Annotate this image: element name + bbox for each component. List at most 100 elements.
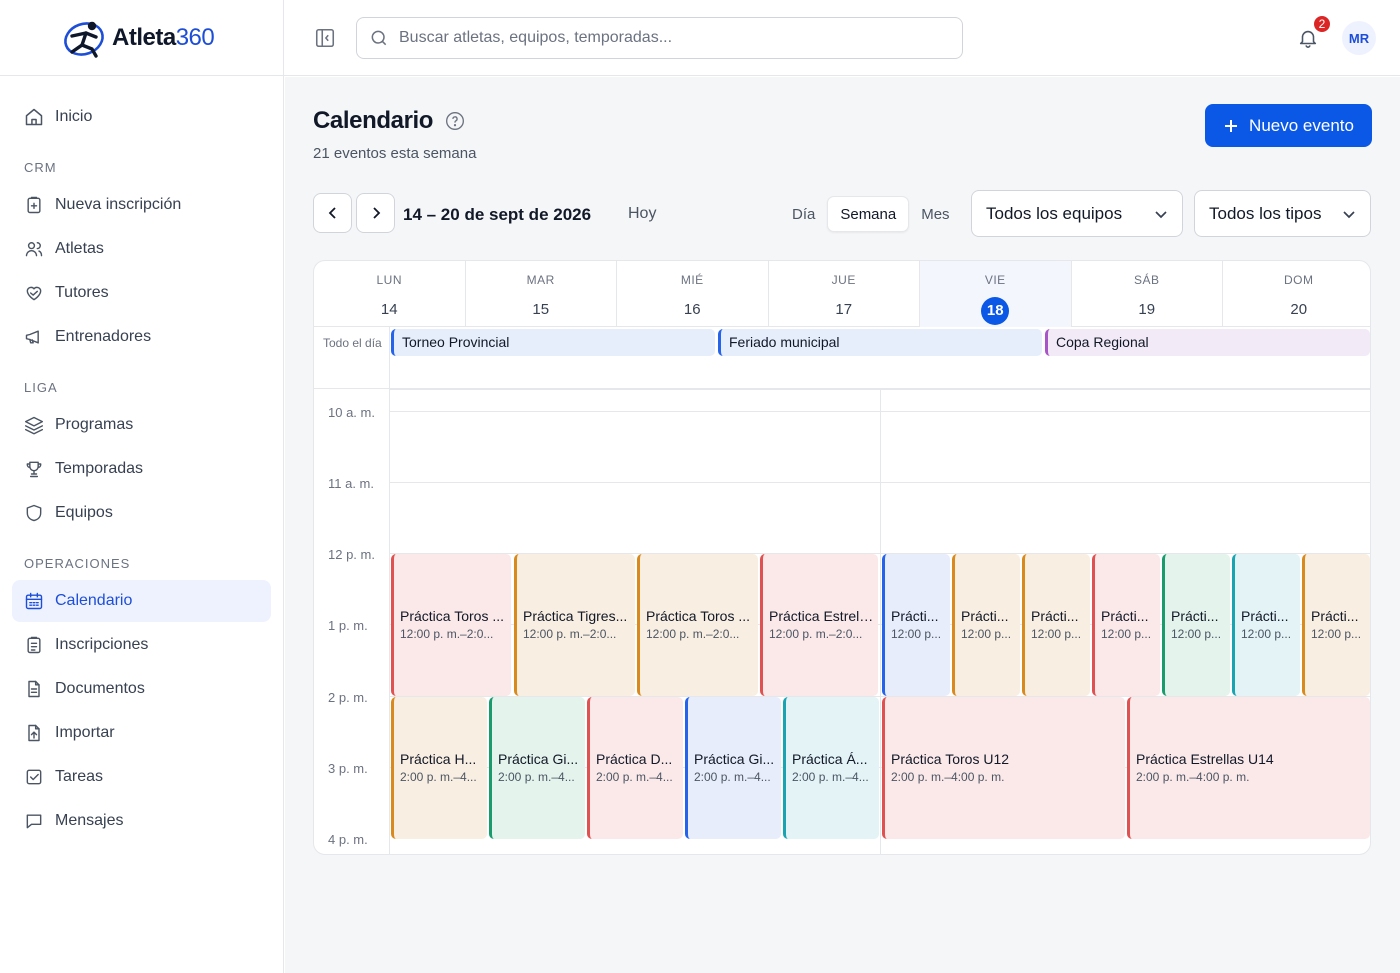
- calendar-event[interactable]: Práctica Toros ... 12:00 p. m.–2:0...: [391, 554, 511, 696]
- all-day-event[interactable]: Feriado municipal: [718, 329, 1042, 356]
- all-day-event[interactable]: Copa Regional: [1045, 329, 1370, 356]
- calendar-event[interactable]: Práctica Á... 2:00 p. m.–4...: [783, 697, 879, 839]
- logo[interactable]: Atleta360: [62, 18, 215, 58]
- sidebar-item-calendario[interactable]: Calendario: [12, 580, 271, 622]
- event-title: Prácti...: [1031, 608, 1079, 624]
- shield-icon: [24, 503, 44, 523]
- app-root: Atleta360 Inicio CRM Nueva inscripción Atl…: [0, 0, 1400, 973]
- calendar-event[interactable]: Prácti... 12:00 p...: [952, 554, 1020, 696]
- chevron-down-icon: [1342, 207, 1356, 221]
- calendar-event[interactable]: Práctica Estrell... 12:00 p. m.–2:0...: [760, 554, 878, 696]
- calendar-event[interactable]: Práctica Tigres... 12:00 p. m.–2:0...: [514, 554, 635, 696]
- sidebar-collapse-icon[interactable]: [314, 27, 336, 49]
- types-filter-select[interactable]: Todos los tipos: [1194, 190, 1371, 237]
- today-button[interactable]: Hoy: [628, 205, 656, 223]
- calendar-event[interactable]: Prácti... 12:00 p...: [1022, 554, 1090, 696]
- sidebar-item-nueva-inscripcion[interactable]: Nueva inscripción: [12, 184, 271, 226]
- calendar-event[interactable]: Prácti... 12:00 p...: [882, 554, 950, 696]
- calendar-event[interactable]: Práctica H... 2:00 p. m.–4...: [391, 697, 487, 839]
- day-date-wrap: 16: [617, 297, 768, 323]
- all-day-row: Todo el día Torneo Provincial Feriado mun…: [314, 327, 1370, 389]
- calendar-event[interactable]: Práctica D... 2:00 p. m.–4...: [587, 697, 683, 839]
- prev-week-button[interactable]: [313, 193, 352, 233]
- sidebar-item-temporadas[interactable]: Temporadas: [12, 448, 271, 490]
- avatar[interactable]: MR: [1342, 21, 1376, 55]
- day-date: 19: [1138, 301, 1156, 318]
- event-time: 2:00 p. m.–4...: [400, 770, 477, 784]
- calendar-event[interactable]: Prácti... 12:00 p...: [1092, 554, 1160, 696]
- view-tab[interactable]: Día: [780, 196, 827, 232]
- calendar-event[interactable]: Práctica Estrellas U14 2:00 p. m.–4:00 p.…: [1127, 697, 1370, 839]
- next-week-button[interactable]: [356, 193, 395, 233]
- view-tab[interactable]: Semana: [827, 196, 910, 232]
- all-day-event[interactable]: Torneo Provincial: [391, 329, 715, 356]
- event-time: 2:00 p. m.–4:00 p. m.: [1136, 770, 1250, 784]
- event-title: Práctica Gi...: [694, 751, 775, 767]
- clipboard-list-icon: [24, 635, 44, 655]
- event-time: 12:00 p. m.–2:0...: [769, 627, 863, 641]
- all-day-divider: [389, 327, 390, 389]
- day-header-mié[interactable]: MIÉ 16: [617, 261, 769, 327]
- all-day-label: Todo el día: [323, 336, 382, 350]
- sidebar-item-label: Inscripciones: [55, 636, 149, 653]
- day-header-sáb[interactable]: SÁB 19: [1072, 261, 1223, 327]
- event-title: Prácti...: [1241, 608, 1289, 624]
- search-input[interactable]: [399, 29, 939, 47]
- event-time: 2:00 p. m.–4...: [498, 770, 575, 784]
- calendar-event[interactable]: Práctica Gi... 2:00 p. m.–4...: [685, 697, 781, 839]
- hour-line: [389, 482, 1370, 483]
- layers-icon: [24, 415, 44, 435]
- day-header-dom[interactable]: DOM 20: [1223, 261, 1370, 327]
- event-time: 2:00 p. m.–4...: [694, 770, 771, 784]
- event-title: Práctica Gi...: [498, 751, 579, 767]
- day-date: 18: [981, 297, 1010, 325]
- new-event-button[interactable]: Nuevo evento: [1205, 104, 1372, 147]
- day-header-jue[interactable]: JUE 17: [769, 261, 920, 327]
- sidebar-item-label: Importar: [55, 724, 115, 741]
- calendar-event[interactable]: Prácti... 12:00 p...: [1232, 554, 1300, 696]
- event-title: Práctica Tigres...: [523, 608, 628, 624]
- calendar-event[interactable]: Práctica Toros ... 12:00 p. m.–2:0...: [637, 554, 758, 696]
- sidebar-item-inscripciones[interactable]: Inscripciones: [12, 624, 271, 666]
- calendar-icon: [24, 591, 44, 611]
- sidebar-item-importar[interactable]: Importar: [12, 712, 271, 754]
- event-time: 2:00 p. m.–4...: [596, 770, 673, 784]
- sidebar-item-label: Equipos: [55, 504, 113, 521]
- sidebar-item-mensajes[interactable]: Mensajes: [12, 800, 271, 842]
- sidebar-item-entrenadores[interactable]: Entrenadores: [12, 316, 271, 358]
- calendar-event[interactable]: Práctica Gi... 2:00 p. m.–4...: [489, 697, 585, 839]
- view-tab[interactable]: Mes: [909, 196, 961, 232]
- day-header-lun[interactable]: LUN 14: [314, 261, 466, 327]
- day-date-wrap: 20: [1223, 297, 1370, 323]
- view-tabs: Día Semana Mes: [780, 196, 962, 232]
- checkbox-icon: [24, 767, 44, 787]
- sidebar-item-programas[interactable]: Programas: [12, 404, 271, 446]
- athlete-logo-icon: [62, 18, 108, 58]
- help-icon[interactable]: [445, 111, 465, 131]
- sidebar-item-equipos[interactable]: Equipos: [12, 492, 271, 534]
- search-box[interactable]: [356, 17, 963, 59]
- sidebar-item-tutores[interactable]: Tutores: [12, 272, 271, 314]
- event-title: Prácti...: [1171, 608, 1219, 624]
- calendar-event[interactable]: Prácti... 12:00 p...: [1302, 554, 1370, 696]
- sidebar-item-inicio[interactable]: Inicio: [12, 96, 271, 138]
- sidebar-item-documentos[interactable]: Documentos: [12, 668, 271, 710]
- day-date: 15: [532, 301, 550, 318]
- calendar-event[interactable]: Prácti... 12:00 p...: [1162, 554, 1230, 696]
- day-header-row: LUN 14 MAR 15 MIÉ 16 JUE 17 VIE 18 SÁB 19 DOM 20: [314, 261, 1370, 327]
- event-time: 2:00 p. m.–4:00 p. m.: [891, 770, 1005, 784]
- day-header-mar[interactable]: MAR 15: [466, 261, 617, 327]
- day-header-vie[interactable]: VIE 18: [920, 261, 1072, 327]
- hour-label: 3 p. m.: [328, 761, 368, 776]
- week-calendar: LUN 14 MAR 15 MIÉ 16 JUE 17 VIE 18 SÁB 19 DOM 20 Todo…: [313, 260, 1371, 855]
- event-time: 2:00 p. m.–4...: [792, 770, 869, 784]
- teams-filter-select[interactable]: Todos los equipos: [971, 190, 1183, 237]
- sidebar-item-atletas[interactable]: Atletas: [12, 228, 271, 270]
- day-date-wrap: 19: [1072, 297, 1223, 323]
- sidebar-item-tareas[interactable]: Tareas: [12, 756, 271, 798]
- trophy-icon: [24, 459, 44, 479]
- hour-label: 4 p. m.: [328, 832, 368, 847]
- topbar: 2 MR: [284, 0, 1400, 76]
- calendar-event[interactable]: Práctica Toros U12 2:00 p. m.–4:00 p. m.: [882, 697, 1125, 839]
- event-title: Práctica Á...: [792, 751, 868, 767]
